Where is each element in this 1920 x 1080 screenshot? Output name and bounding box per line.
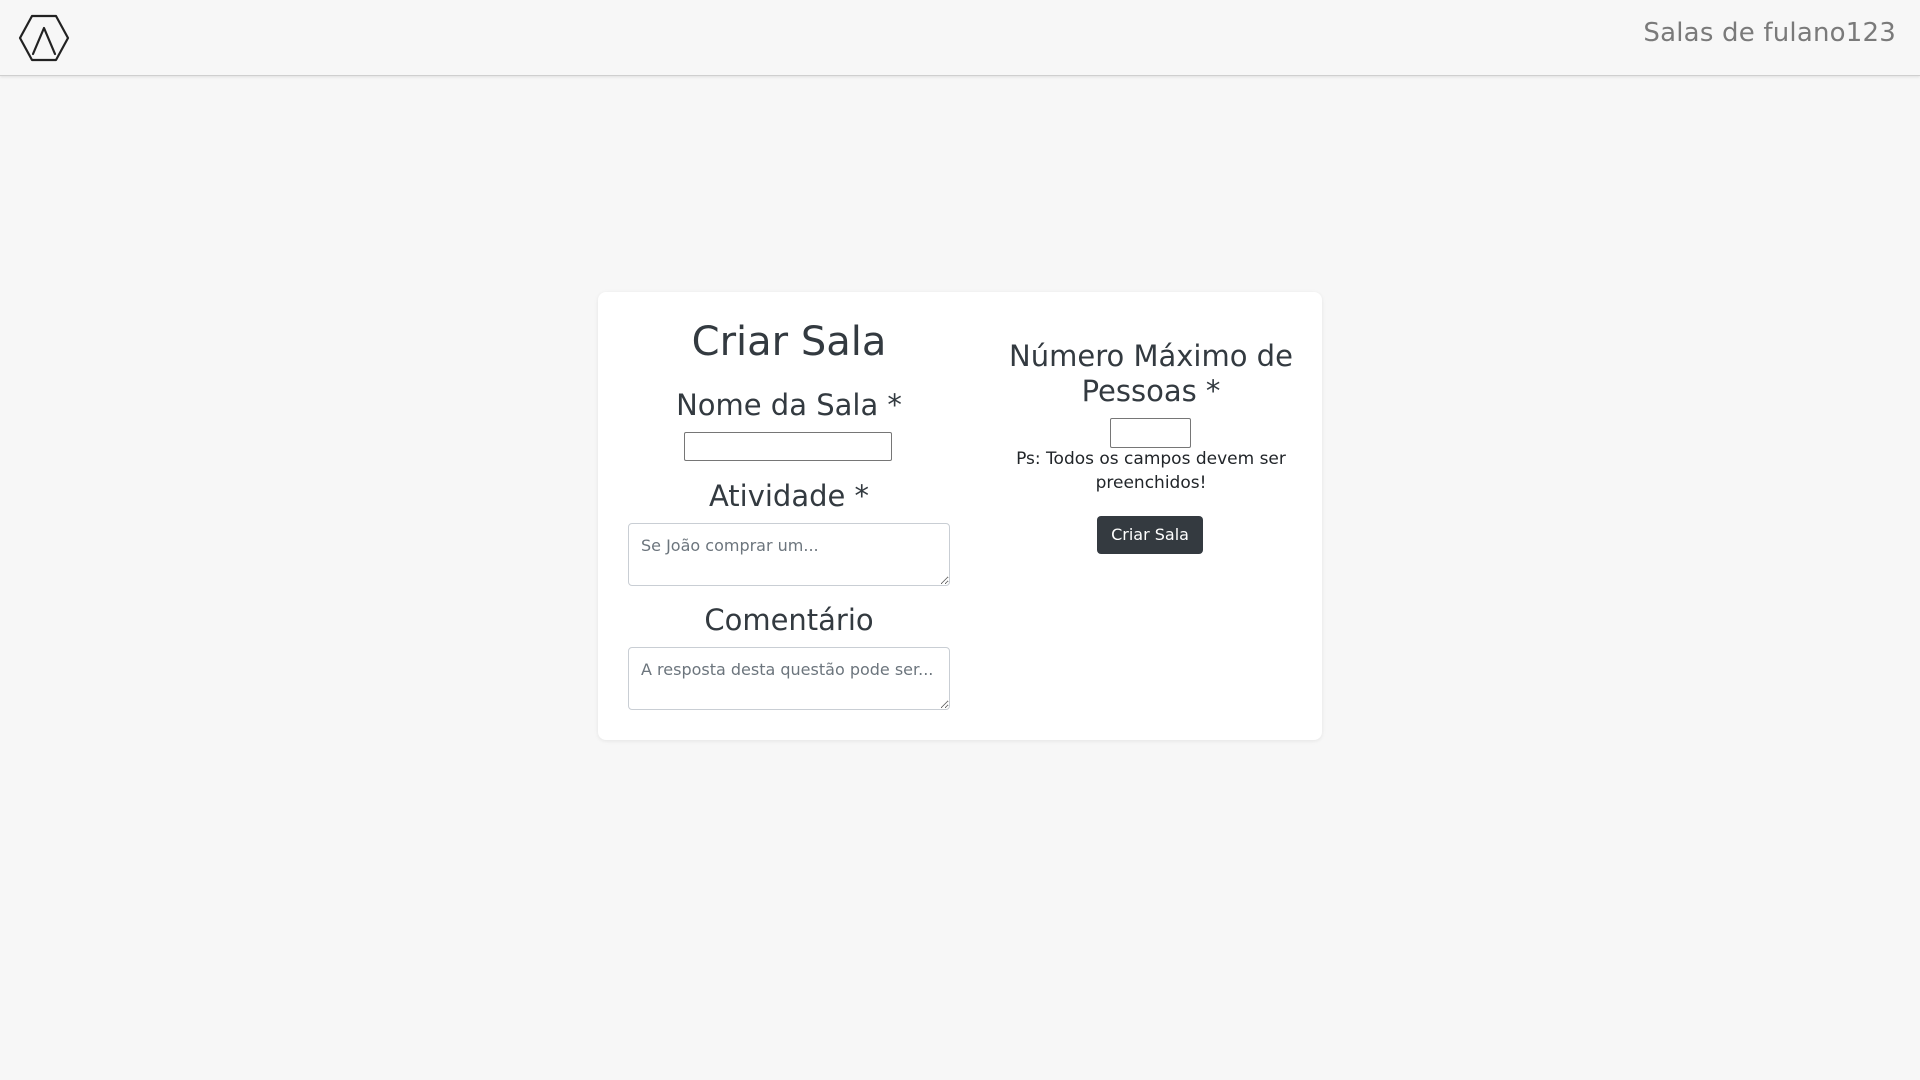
page-title: Criar Sala [691, 319, 887, 365]
activity-textarea[interactable] [628, 523, 950, 586]
create-room-card: Criar Sala Nome da Sala * Atividade * Co… [598, 292, 1322, 740]
room-name-label: Nome da Sala * [676, 388, 902, 422]
max-people-label: Número Máximo de Pessoas * [1009, 339, 1293, 408]
navbar: Salas de fulano123 [0, 0, 1920, 76]
hexagon-logo-icon[interactable] [18, 14, 70, 62]
rooms-link[interactable]: Salas de fulano123 [1643, 18, 1896, 48]
room-name-input[interactable] [684, 432, 892, 461]
required-fields-note: Ps: Todos os campos devem ser preenchido… [1016, 449, 1286, 493]
comment-textarea[interactable] [628, 647, 950, 710]
comment-label: Comentário [704, 603, 874, 637]
create-room-button[interactable]: Criar Sala [1097, 516, 1203, 554]
max-people-input[interactable] [1110, 418, 1191, 448]
activity-label: Atividade * [708, 479, 870, 513]
